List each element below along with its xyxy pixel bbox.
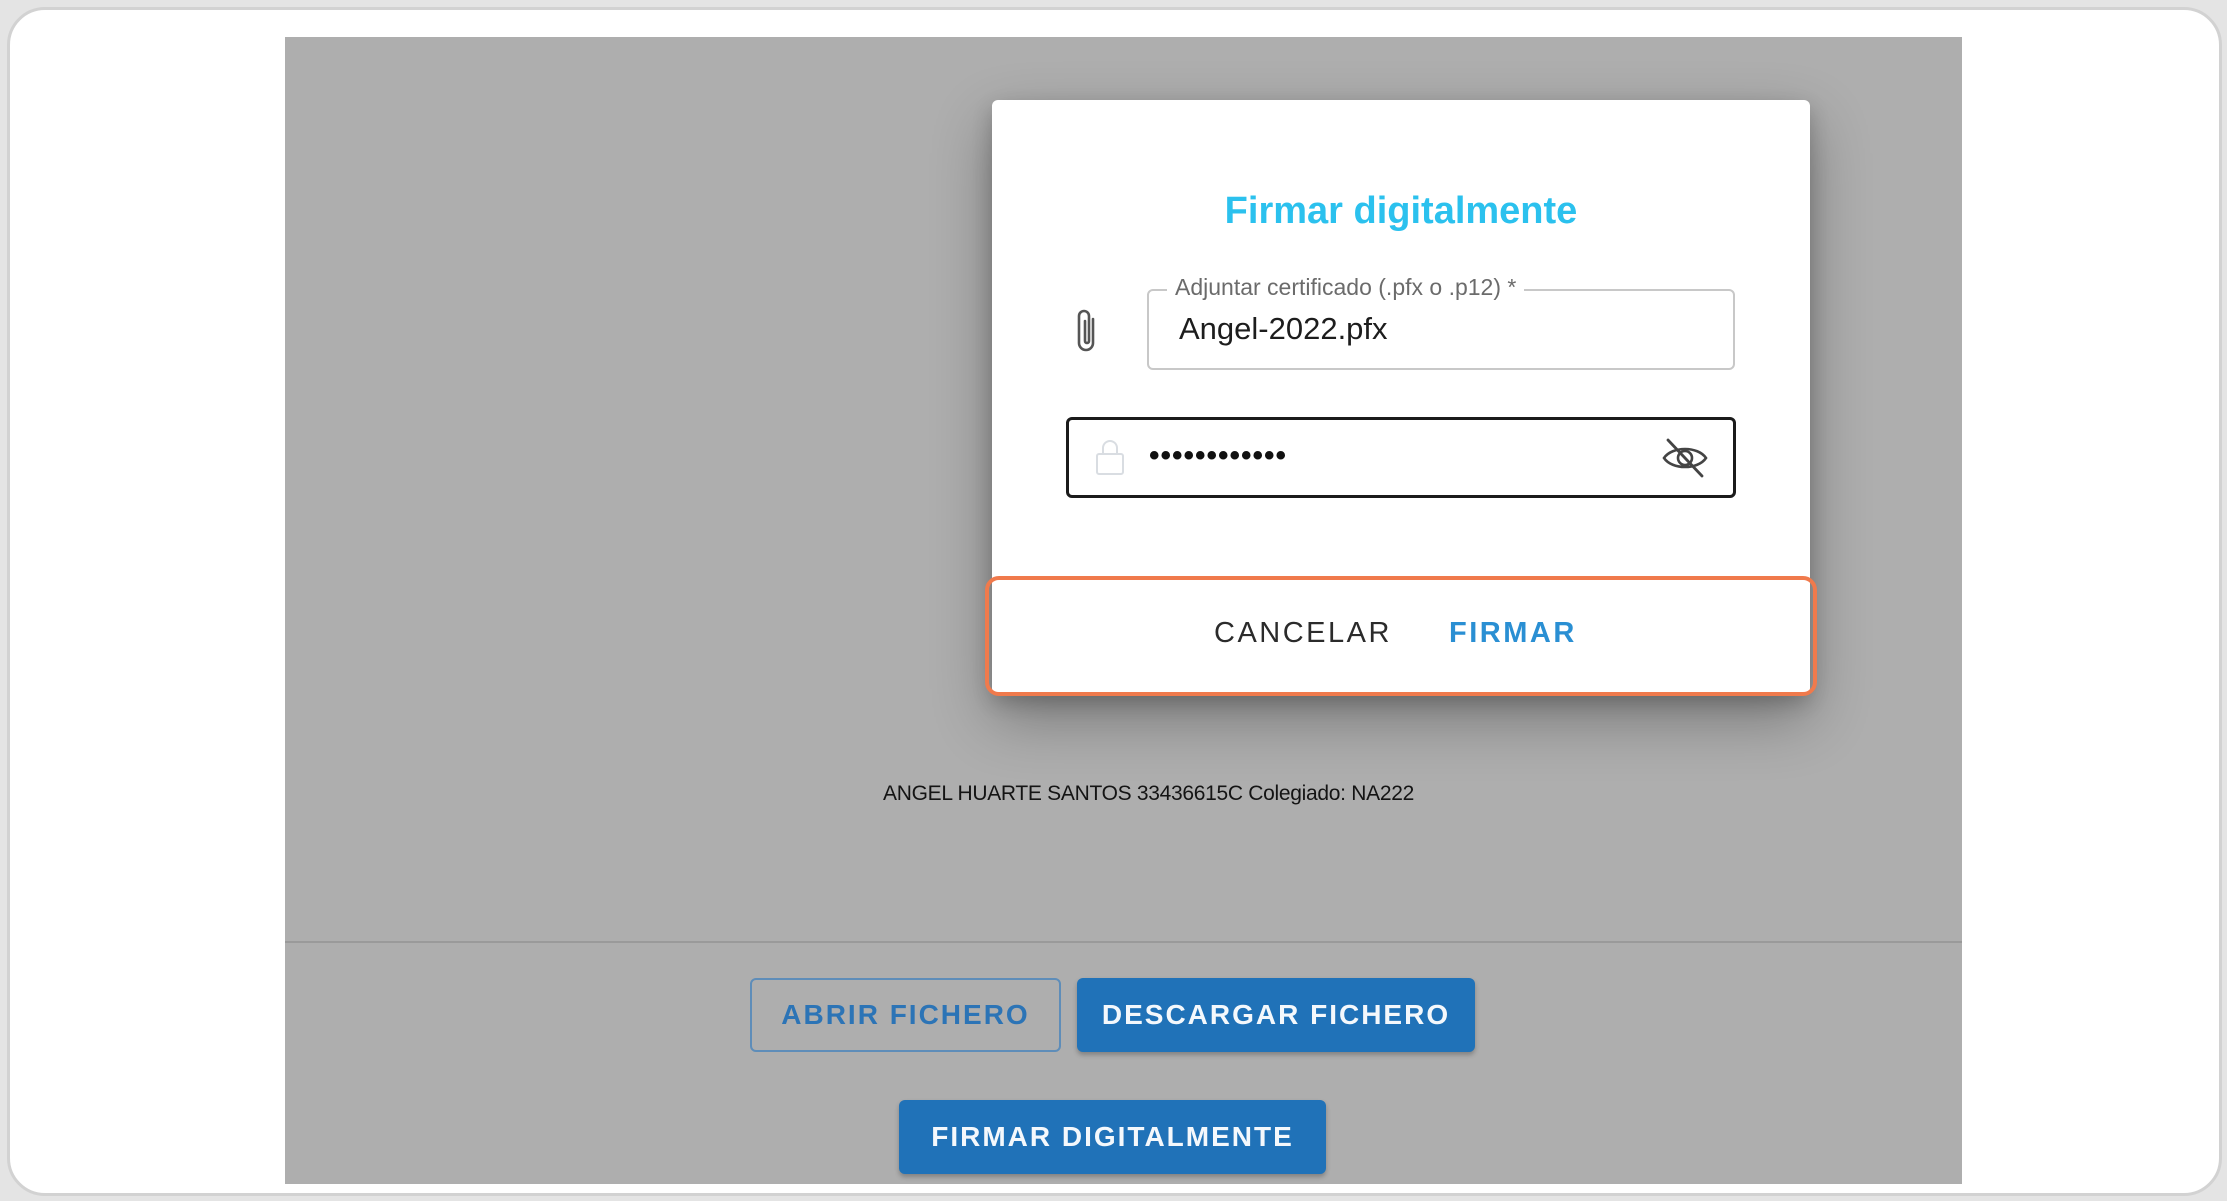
certificate-field-label: Adjuntar certificado (.pfx o .p12) * xyxy=(1167,274,1525,301)
open-file-button[interactable]: ABRIR FICHERO xyxy=(750,978,1061,1052)
divider xyxy=(285,941,1962,943)
eye-off-icon[interactable] xyxy=(1659,432,1711,484)
sign-digitally-button[interactable]: FIRMAR DIGITALMENTE xyxy=(899,1100,1326,1174)
certificate-file-value: Angel-2022.pfx xyxy=(1179,311,1388,346)
password-field[interactable]: •••••••••••• xyxy=(1066,417,1736,498)
signature-text: ANGEL HUARTE SANTOS 33436615C Colegiado:… xyxy=(883,782,1414,805)
lock-icon xyxy=(1096,440,1124,475)
password-value: •••••••••••• xyxy=(1149,439,1288,472)
download-file-button[interactable]: DESCARGAR FICHERO xyxy=(1077,978,1475,1052)
paperclip-icon[interactable] xyxy=(1072,305,1102,357)
certificate-file-field[interactable]: Adjuntar certificado (.pfx o .p12) * Ang… xyxy=(1147,274,1735,370)
dialog-title: Firmar digitalmente xyxy=(1224,190,1578,232)
cancel-button[interactable]: CANCELAR xyxy=(1214,617,1392,650)
screenshot-frame: ANGEL HUARTE SANTOS 33436615C Colegiado:… xyxy=(7,7,2222,1196)
app-content: ANGEL HUARTE SANTOS 33436615C Colegiado:… xyxy=(285,37,1962,1184)
sign-dialog: Firmar digitalmente Adjuntar certificado… xyxy=(985,100,1817,696)
confirm-sign-button[interactable]: FIRMAR xyxy=(1449,617,1577,650)
dialog-actions-highlight: CANCELAR FIRMAR xyxy=(985,576,1817,696)
